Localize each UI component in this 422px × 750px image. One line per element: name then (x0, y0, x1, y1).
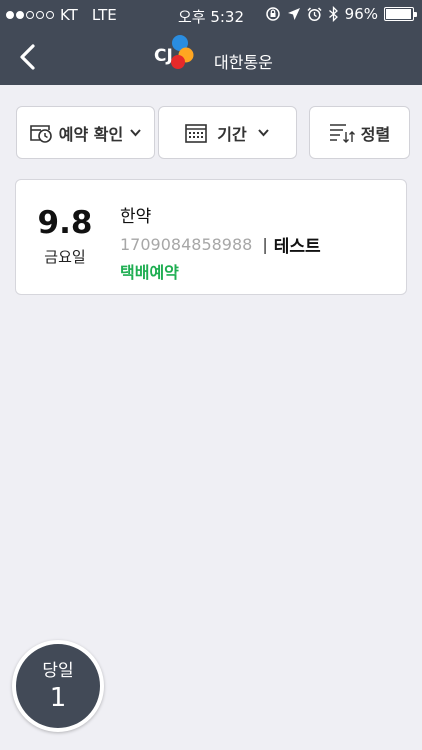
chevron-down-icon (257, 129, 269, 137)
back-button[interactable] (14, 42, 44, 72)
app-header: KT LTE 오후 5:32 96% CJ 대한통운 (0, 0, 422, 85)
today-count-button[interactable]: 당일 1 (12, 640, 104, 732)
item-name: 한약 (120, 207, 152, 227)
location-icon (287, 8, 300, 20)
period-filter-button[interactable]: 기간 (158, 106, 297, 159)
tracking-number: 1709084858988 (120, 235, 253, 254)
shipment-day: 9.8 (37, 205, 93, 241)
recipient-name: 테스트 (273, 237, 321, 257)
shipment-details: 1709084858988 | 테스트 (120, 232, 321, 257)
shipment-weekday: 금요일 (44, 248, 86, 266)
reservation-filter-button[interactable]: 예약 확인 (16, 106, 155, 159)
status-right: 96% (265, 5, 417, 23)
shipment-card[interactable]: 9.8 금요일 한약 1709084858988 | 테스트 택배예약 (15, 179, 407, 295)
chevron-down-icon (130, 129, 141, 137)
calendar-clock-icon (29, 124, 52, 143)
battery-icon (384, 7, 417, 21)
sort-button[interactable]: 정렬 (309, 106, 410, 159)
status-badge: 택배예약 (120, 263, 179, 282)
logo-mark-text: CJ (154, 46, 173, 66)
sort-icon (329, 123, 355, 143)
today-count: 1 (49, 683, 67, 713)
cj-logo: CJ 대한통운 (150, 33, 280, 79)
calendar-icon (185, 123, 208, 143)
rotation-lock-icon (265, 7, 280, 21)
period-filter-label: 기간 (217, 124, 247, 144)
status-bar: KT LTE 오후 5:32 96% (0, 0, 422, 30)
bluetooth-icon (328, 6, 338, 22)
separator: | (262, 235, 268, 254)
today-label: 당일 (42, 661, 74, 681)
shipment-date: 9.8 금요일 (16, 205, 114, 267)
sort-label: 정렬 (360, 124, 391, 144)
chevron-left-icon (20, 44, 35, 70)
battery-percent: 96% (344, 5, 378, 23)
alarm-icon (307, 6, 322, 21)
reservation-filter-label: 예약 확인 (58, 124, 124, 144)
logo-text: 대한통운 (214, 53, 273, 72)
